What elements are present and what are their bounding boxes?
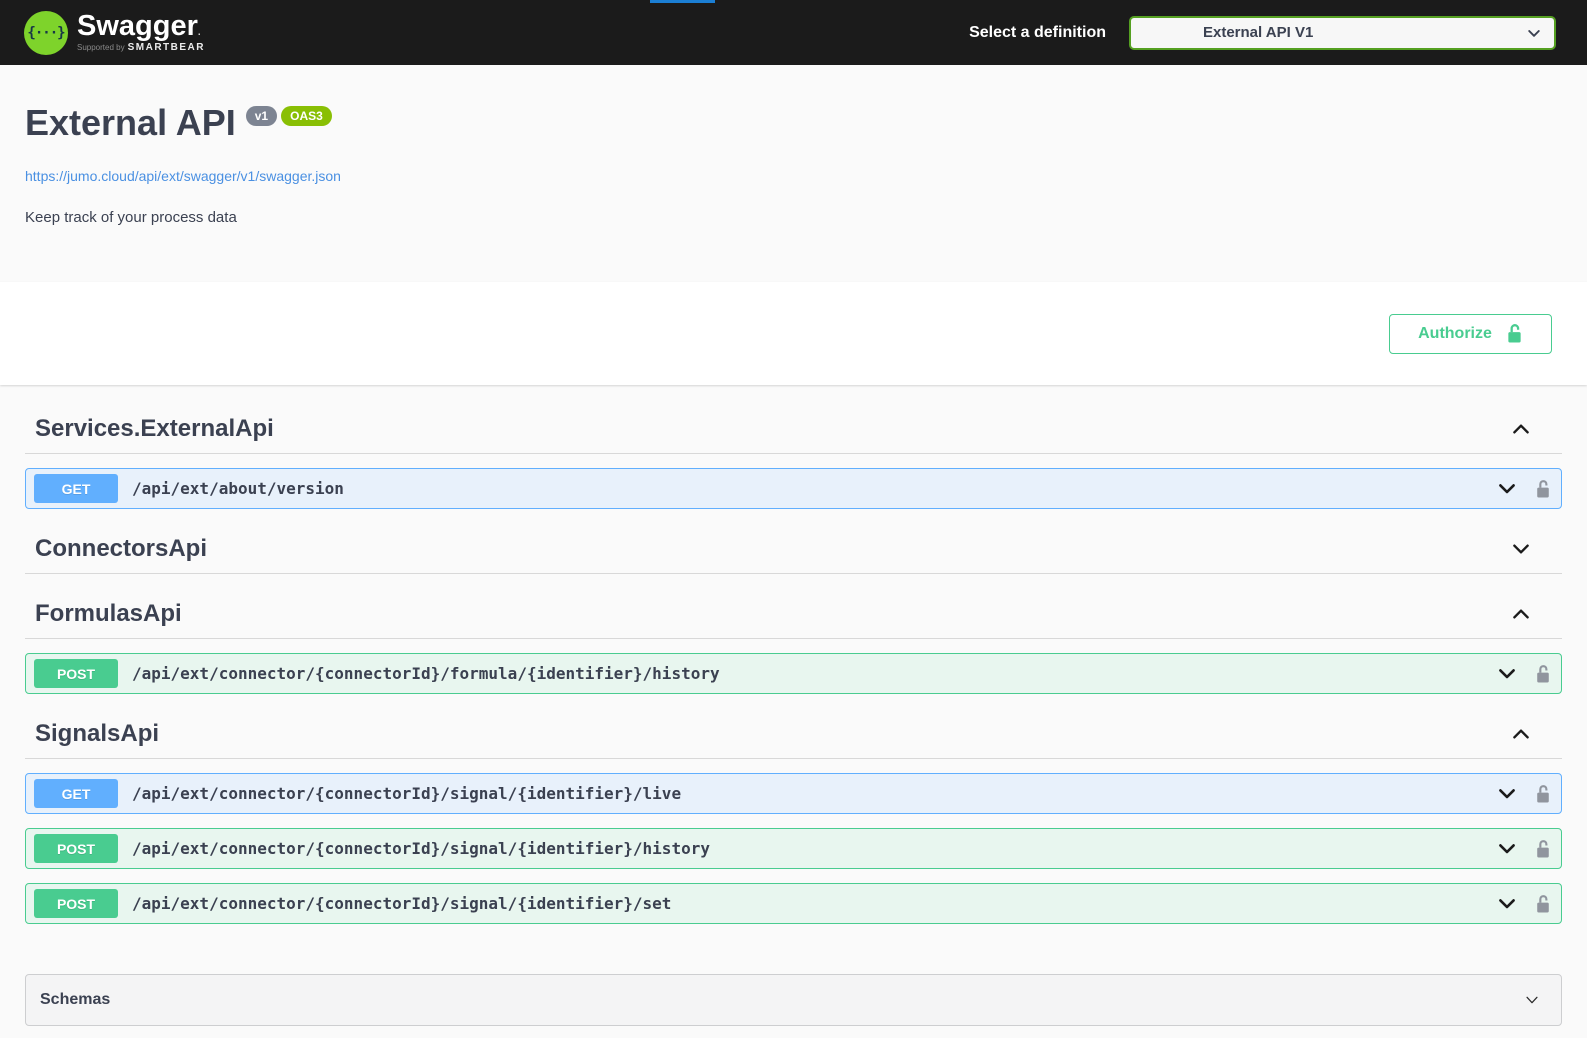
opblock-tag-section: Services.ExternalApi GET /api/ext/about/… xyxy=(25,405,1562,509)
unlock-icon xyxy=(1506,323,1523,344)
chevron-icon[interactable] xyxy=(1510,603,1532,625)
operation-path: /api/ext/connector/{connectorId}/signal/… xyxy=(132,894,1495,913)
chevron-down-icon[interactable] xyxy=(1495,662,1519,686)
topbar: {···} Swagger. Supported bySMARTBEAR Sel… xyxy=(0,0,1587,65)
definition-select[interactable]: External API V1 xyxy=(1129,16,1556,50)
opblock-tag-section: SignalsApi GET /api/ext/connector/{conne… xyxy=(25,710,1562,924)
section-title: FormulasApi xyxy=(35,600,1510,628)
version-badge: v1 xyxy=(246,106,277,126)
unlock-icon[interactable] xyxy=(1535,894,1551,914)
api-description: Keep track of your process data xyxy=(25,209,1562,226)
schemas-label: Schemas xyxy=(40,991,1523,1009)
operations: Services.ExternalApi GET /api/ext/about/… xyxy=(0,385,1587,924)
definition-picker: Select a definition External API V1 xyxy=(969,16,1556,50)
chevron-down-icon xyxy=(1526,25,1542,41)
oas3-badge: OAS3 xyxy=(281,106,332,126)
browser-tab-strip xyxy=(650,0,715,3)
chevron-down-icon[interactable] xyxy=(1495,477,1519,501)
page-title: External API xyxy=(25,101,236,144)
select-definition-label: Select a definition xyxy=(969,24,1106,42)
operation-path: /api/ext/connector/{connectorId}/signal/… xyxy=(132,784,1495,803)
operation-row[interactable]: GET /api/ext/about/version xyxy=(25,468,1562,509)
method-badge: POST xyxy=(34,889,118,918)
section-title: Services.ExternalApi xyxy=(35,415,1510,443)
method-badge: POST xyxy=(34,659,118,688)
unlock-icon[interactable] xyxy=(1535,784,1551,804)
opblock-tag-section: FormulasApi POST /api/ext/connector/{con… xyxy=(25,590,1562,694)
opblock-tag-section: ConnectorsApi xyxy=(25,525,1562,574)
api-info-section: External API v1 OAS3 https://jumo.cloud/… xyxy=(0,65,1587,282)
brand-name: Swagger. xyxy=(77,12,205,41)
section-title: ConnectorsApi xyxy=(35,535,1510,563)
section-header[interactable]: FormulasApi xyxy=(25,590,1562,639)
method-badge: GET xyxy=(34,474,118,503)
trademark-dot: . xyxy=(198,27,201,38)
method-badge: POST xyxy=(34,834,118,863)
method-badge: GET xyxy=(34,779,118,808)
authorize-button[interactable]: Authorize xyxy=(1389,314,1552,354)
operation-row[interactable]: GET /api/ext/connector/{connectorId}/sig… xyxy=(25,773,1562,814)
operation-row[interactable]: POST /api/ext/connector/{connectorId}/si… xyxy=(25,828,1562,869)
unlock-icon[interactable] xyxy=(1535,664,1551,684)
schemas-section[interactable]: Schemas xyxy=(25,974,1562,1026)
chevron-down-icon[interactable] xyxy=(1495,837,1519,861)
operation-path: /api/ext/about/version xyxy=(132,479,1495,498)
scheme-container: Authorize xyxy=(0,282,1587,385)
supported-by: Supported bySMARTBEAR xyxy=(77,43,205,53)
operation-row[interactable]: POST /api/ext/connector/{connectorId}/fo… xyxy=(25,653,1562,694)
chevron-down-icon[interactable] xyxy=(1495,782,1519,806)
operation-path: /api/ext/connector/{connectorId}/signal/… xyxy=(132,839,1495,858)
swagger-logo-icon: {···} xyxy=(24,11,68,55)
authorize-label: Authorize xyxy=(1418,325,1492,343)
spec-url-link[interactable]: https://jumo.cloud/api/ext/swagger/v1/sw… xyxy=(25,168,341,184)
operation-row[interactable]: POST /api/ext/connector/{connectorId}/si… xyxy=(25,883,1562,924)
chevron-icon[interactable] xyxy=(1510,723,1532,745)
smartbear-wordmark: SMARTBEAR xyxy=(128,42,205,53)
section-title: SignalsApi xyxy=(35,720,1510,748)
chevron-down-icon xyxy=(1523,991,1541,1009)
chevron-down-icon[interactable] xyxy=(1495,892,1519,916)
swagger-brand[interactable]: {···} Swagger. Supported bySMARTBEAR xyxy=(24,11,205,55)
unlock-icon[interactable] xyxy=(1535,839,1551,859)
definition-select-value: External API V1 xyxy=(1203,24,1313,41)
section-header[interactable]: Services.ExternalApi xyxy=(25,405,1562,454)
operation-path: /api/ext/connector/{connectorId}/formula… xyxy=(132,664,1495,683)
chevron-icon[interactable] xyxy=(1510,418,1532,440)
unlock-icon[interactable] xyxy=(1535,479,1551,499)
chevron-icon[interactable] xyxy=(1510,538,1532,560)
section-header[interactable]: SignalsApi xyxy=(25,710,1562,759)
section-header[interactable]: ConnectorsApi xyxy=(25,525,1562,574)
